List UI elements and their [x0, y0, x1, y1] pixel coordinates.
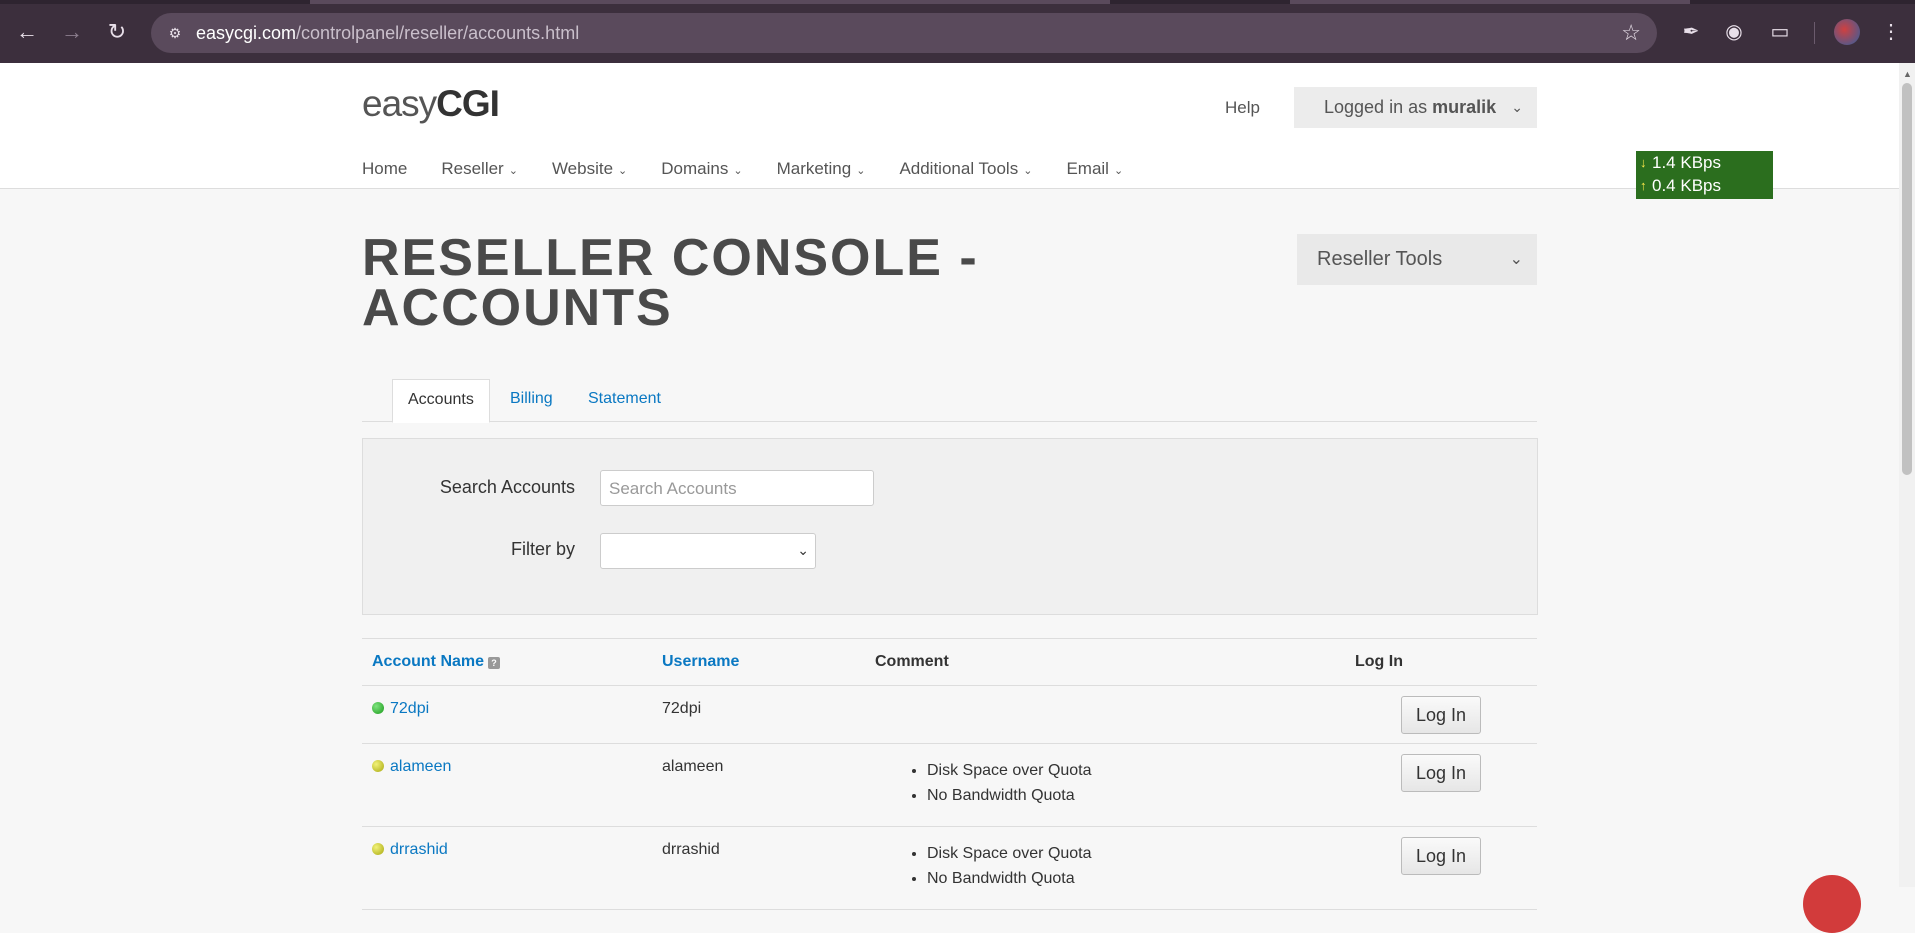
- network-speed-widget: ↓ 1.4 KBps ↑ 0.4 KBps: [1636, 151, 1773, 199]
- search-input[interactable]: Search Accounts: [600, 470, 874, 506]
- comment-cell: [865, 685, 1345, 744]
- tab-bar: Accounts Billing Statement: [362, 379, 1537, 423]
- back-icon[interactable]: ←: [12, 17, 42, 47]
- browser-toolbar: ← → ↻ ⚙ easycgi.com/controlpanel/reselle…: [0, 0, 1915, 63]
- account-link[interactable]: 72dpi: [390, 700, 429, 717]
- comment-item: Disk Space over Quota: [927, 758, 1335, 783]
- chevron-down-icon: ⌄: [508, 165, 518, 177]
- chevron-down-icon: ⌄: [618, 165, 628, 177]
- reseller-tools-dropdown[interactable]: Reseller Tools ⌄: [1297, 234, 1537, 285]
- page: easyCGI Help Logged in as muralik ⌄ Home…: [0, 63, 1899, 910]
- account-link[interactable]: drrashid: [390, 841, 448, 858]
- extensions-icon[interactable]: ▭: [1766, 18, 1794, 46]
- table-header-row: Account Name? Username Comment Log In: [362, 638, 1537, 686]
- camera-icon[interactable]: ◉: [1720, 18, 1748, 46]
- accounts-table: Account Name? Username Comment Log In 72…: [362, 638, 1537, 910]
- comment-cell: Disk Space over Quota No Bandwidth Quota: [865, 826, 1345, 910]
- upload-arrow-icon: ↑: [1640, 178, 1647, 193]
- profile-avatar[interactable]: [1834, 19, 1860, 45]
- site-header: easyCGI Help Logged in as muralik ⌄ Home…: [0, 63, 1899, 189]
- nav-email[interactable]: Email ⌄: [1066, 159, 1123, 183]
- log-in-button[interactable]: Log In: [1401, 696, 1482, 734]
- tab-strip: [0, 0, 1915, 4]
- user-menu-button[interactable]: Logged in as muralik ⌄: [1294, 87, 1537, 128]
- table-row: drrashid drrashid Disk Space over Quota …: [362, 826, 1537, 910]
- table-row: 72dpi 72dpi Log In: [362, 685, 1537, 744]
- help-icon: ?: [488, 657, 501, 669]
- chevron-down-icon: ⌄: [1509, 251, 1523, 268]
- site-info-icon[interactable]: ⚙: [165, 23, 185, 43]
- header-account-name[interactable]: Account Name?: [362, 638, 652, 686]
- chevron-down-icon: ⌄: [1023, 165, 1033, 177]
- comment-cell: Disk Space over Quota No Bandwidth Quota: [865, 743, 1345, 827]
- tab-billing[interactable]: Billing: [510, 379, 553, 421]
- tab-statement[interactable]: Statement: [588, 379, 661, 421]
- header-comment: Comment: [865, 638, 1345, 686]
- forward-icon[interactable]: →: [57, 17, 87, 47]
- page-title: RESELLER CONSOLE - ACCOUNTS: [362, 229, 979, 337]
- nav-additional-tools[interactable]: Additional Tools ⌄: [899, 159, 1032, 183]
- account-link[interactable]: alameen: [390, 758, 451, 775]
- chevron-down-icon: ⌄: [1113, 165, 1124, 177]
- url-text[interactable]: easycgi.com/controlpanel/reseller/accoun…: [196, 23, 579, 43]
- download-arrow-icon: ↓: [1640, 155, 1647, 170]
- page-scrollbar[interactable]: ▲: [1899, 63, 1915, 887]
- eyedropper-icon[interactable]: ✒: [1677, 18, 1705, 46]
- logo[interactable]: easyCGI: [362, 83, 500, 125]
- chevron-down-icon: ⌄: [1511, 99, 1523, 115]
- chevron-down-icon: ⌄: [856, 165, 866, 177]
- help-link[interactable]: Help: [1225, 98, 1260, 118]
- nav-home[interactable]: Home: [362, 159, 407, 183]
- comment-item: No Bandwidth Quota: [927, 866, 1335, 891]
- scrollbar-thumb[interactable]: [1902, 83, 1912, 475]
- search-panel: Search Accounts Search Accounts Filter b…: [362, 438, 1538, 615]
- nav-marketing[interactable]: Marketing ⌄: [777, 159, 866, 183]
- reload-icon[interactable]: ↻: [102, 17, 132, 47]
- filter-select[interactable]: ⌄: [600, 533, 816, 569]
- main-nav: Home Reseller ⌄ Website ⌄ Domains ⌄ Marketi…: [362, 159, 1157, 183]
- tab-accounts[interactable]: Accounts: [392, 379, 490, 423]
- status-active-icon: [372, 702, 384, 714]
- nav-domains[interactable]: Domains ⌄: [661, 159, 742, 183]
- table-row: alameen alameen Disk Space over Quota No…: [362, 743, 1537, 827]
- menu-icon[interactable]: ⋮: [1877, 18, 1905, 46]
- scroll-up-icon[interactable]: ▲: [1903, 69, 1912, 79]
- nav-reseller[interactable]: Reseller ⌄: [441, 159, 518, 183]
- header-username[interactable]: Username: [652, 638, 865, 686]
- comment-item: No Bandwidth Quota: [927, 783, 1335, 808]
- search-label: Search Accounts: [439, 477, 575, 497]
- status-warning-icon: [372, 760, 384, 772]
- username-cell: 72dpi: [652, 685, 865, 744]
- header-log-in: Log In: [1345, 638, 1537, 686]
- log-in-button[interactable]: Log In: [1401, 754, 1482, 792]
- log-in-button[interactable]: Log In: [1401, 837, 1482, 875]
- chevron-down-icon: ⌄: [797, 542, 809, 558]
- address-bar[interactable]: ⚙ easycgi.com/controlpanel/reseller/acco…: [151, 13, 1657, 53]
- username: muralik: [1432, 97, 1497, 117]
- username-cell: alameen: [652, 743, 865, 827]
- chevron-down-icon: ⌄: [733, 165, 743, 177]
- username-cell: drrashid: [652, 826, 865, 910]
- comment-item: Disk Space over Quota: [927, 841, 1335, 866]
- chat-widget-button[interactable]: [1803, 875, 1861, 933]
- bookmark-star-icon[interactable]: ☆: [1621, 21, 1641, 45]
- status-warning-icon: [372, 843, 384, 855]
- nav-website[interactable]: Website ⌄: [552, 159, 627, 183]
- filter-label: Filter by: [510, 539, 575, 559]
